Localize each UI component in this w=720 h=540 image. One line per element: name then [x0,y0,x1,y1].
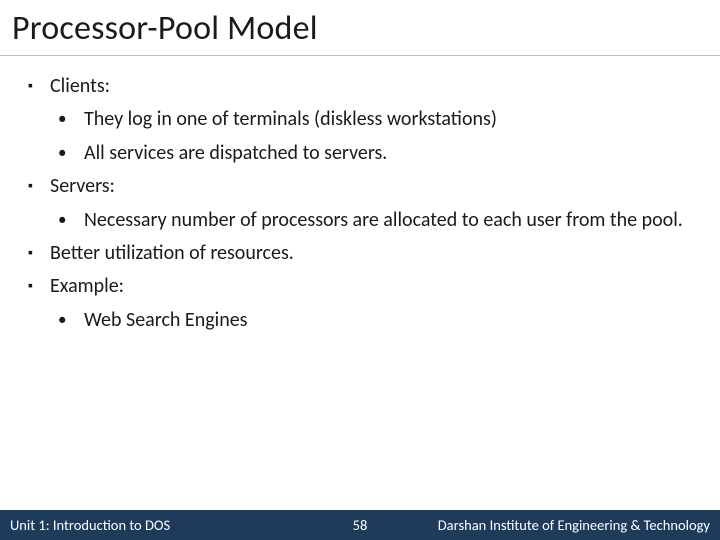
dot-bullet-icon: • [58,207,84,233]
square-bullet-icon: ▪ [28,173,50,199]
bullet-servers: ▪ Servers: [28,173,692,199]
bullet-text: Servers: [50,173,692,199]
bullet-text: Example: [50,273,692,299]
footer-institute: Darshan Institute of Engineering & Techn… [170,516,710,534]
square-bullet-icon: ▪ [28,240,50,266]
square-bullet-icon: ▪ [28,73,50,99]
slide-title: Processor-Pool Model [0,0,720,56]
bullet-example: ▪ Example: [28,273,692,299]
bullet-text: Necessary number of processors are alloc… [84,207,692,233]
bullet-text: Web Search Engines [84,307,692,333]
square-bullet-icon: ▪ [28,273,50,299]
footer-unit: Unit 1: Introduction to DOS [10,516,170,534]
dot-bullet-icon: • [58,106,84,132]
slide-content: ▪ Clients: • They log in one of terminal… [0,56,720,333]
sub-bullet: • Web Search Engines [58,307,692,333]
bullet-text: All services are dispatched to servers. [84,140,692,166]
bullet-clients: ▪ Clients: [28,73,692,99]
footer-page-number: 58 [335,516,385,534]
dot-bullet-icon: • [58,140,84,166]
bullet-text: Clients: [50,73,692,99]
bullet-text: They log in one of terminals (diskless w… [84,106,692,132]
bullet-better-utilization: ▪ Better utilization of resources. [28,240,692,266]
sub-bullet: • They log in one of terminals (diskless… [58,106,692,132]
sub-bullet: • Necessary number of processors are all… [58,207,692,233]
slide-footer: Unit 1: Introduction to DOS 58 Darshan I… [0,510,720,540]
dot-bullet-icon: • [58,307,84,333]
sub-bullet: • All services are dispatched to servers… [58,140,692,166]
bullet-text: Better utilization of resources. [50,240,692,266]
slide: Processor-Pool Model ▪ Clients: • They l… [0,0,720,540]
